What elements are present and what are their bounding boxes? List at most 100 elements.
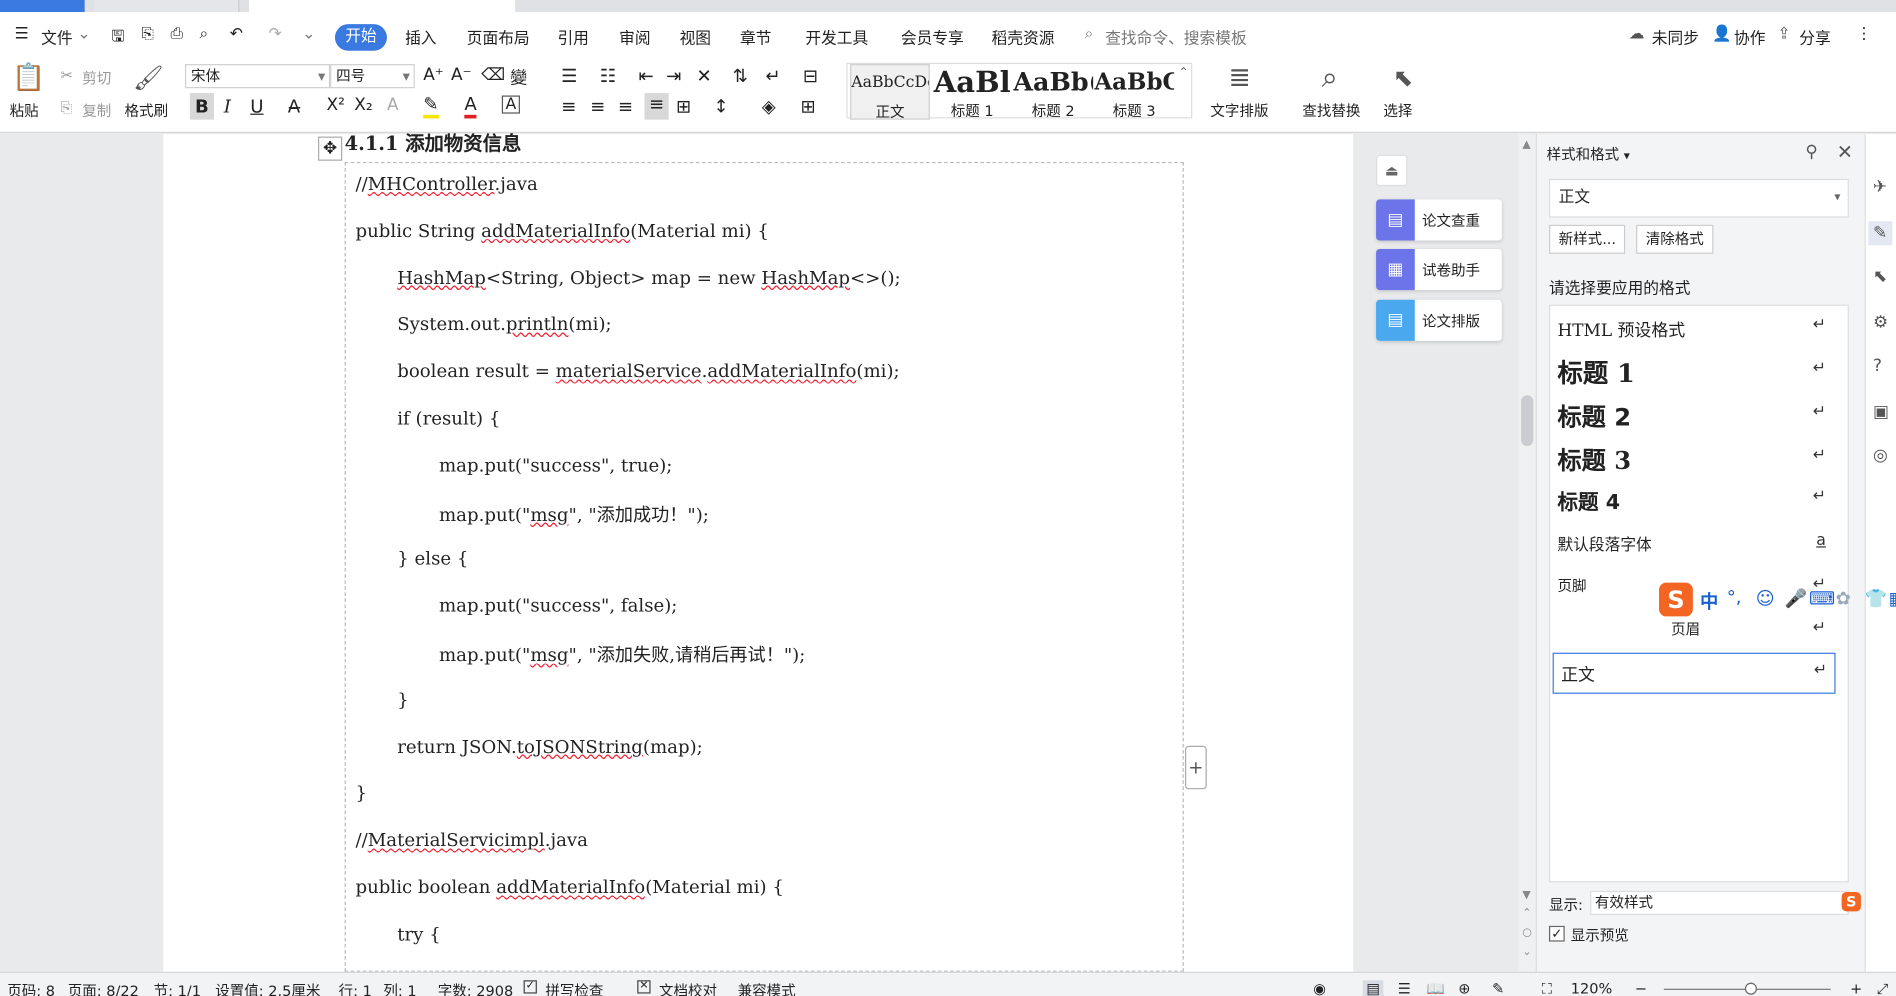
help-icon[interactable]: ?	[1873, 357, 1882, 376]
collapse-icon[interactable]: ⏏	[1376, 154, 1408, 187]
punctuation-icon[interactable]: °,	[1727, 586, 1742, 608]
tab-ruler-icon[interactable]: ⊟	[803, 65, 818, 87]
next-page-icon[interactable]: ⌄	[1522, 946, 1531, 958]
shading-icon[interactable]: ◈	[762, 95, 776, 117]
adjust-icon[interactable]: ⚙	[1873, 313, 1888, 332]
font-size-select[interactable]: 四号 ▾	[330, 64, 415, 89]
close-icon[interactable]: ✕	[1837, 140, 1853, 163]
chevron-down-icon[interactable]: ⌄	[77, 25, 90, 43]
style-normal[interactable]: AaBbCcDc 正文	[850, 64, 930, 121]
copy-icon[interactable]: ⎘	[60, 99, 72, 117]
subscript-icon[interactable]: X₂	[354, 95, 372, 114]
spell-error-word[interactable]: MaterialServicimpl	[368, 829, 545, 851]
shrink-font-icon[interactable]: A⁻	[451, 65, 472, 84]
read-view-icon[interactable]: 📖	[1427, 980, 1445, 996]
skin-icon[interactable]: ✿	[1836, 587, 1851, 609]
sync-status[interactable]: 未同步	[1652, 25, 1699, 48]
bullet-list-icon[interactable]: ☰	[561, 65, 577, 87]
sort-icon[interactable]: ⇅	[733, 65, 748, 87]
find-replace-button[interactable]: 查找替换	[1302, 100, 1360, 121]
style-item-header[interactable]: 页眉 ↵	[1550, 615, 1847, 646]
style-item-heading2[interactable]: 标题 2 ↵	[1550, 398, 1847, 439]
spell-error-word[interactable]: addMaterialInfo	[707, 360, 856, 382]
edit-style-icon[interactable]: ✎	[1868, 221, 1893, 246]
new-style-button[interactable]: 新样式...	[1548, 224, 1626, 254]
scroll-up-icon[interactable]: ▲	[1522, 139, 1530, 151]
compass-icon[interactable]: ◎	[1873, 446, 1888, 465]
show-filter-select[interactable]: 有效样式	[1590, 890, 1849, 915]
voice-icon[interactable]: 🎤	[1785, 587, 1808, 609]
format-painter-icon[interactable]: 🖌	[133, 63, 164, 92]
show-preview-checkbox[interactable]: ✓	[1548, 925, 1565, 942]
fullscreen-icon[interactable]: ⤢	[1877, 980, 1889, 996]
strikethrough-icon[interactable]: A̶	[288, 95, 300, 117]
print-icon[interactable]: ⎙	[170, 25, 183, 43]
spell-check-icon[interactable]: ✓	[523, 980, 537, 994]
paper-check-button[interactable]: ▤ 论文查重	[1376, 199, 1502, 241]
clear-format-button[interactable]: 清除格式	[1636, 224, 1714, 254]
code-table-cell[interactable]: //MHController.java public String addMate…	[344, 161, 1184, 972]
setting-value[interactable]: 设置值: 2.5厘米	[215, 980, 320, 996]
pen-view-icon[interactable]: ✎	[1492, 980, 1504, 996]
chinese-layout-icon[interactable]: ✕	[696, 65, 711, 87]
spell-error-word[interactable]: HashMap	[397, 267, 486, 289]
spell-error-word[interactable]: msg	[530, 504, 568, 526]
decrease-indent-icon[interactable]: ⇤	[638, 65, 653, 87]
spell-check[interactable]: 拼写检查	[545, 980, 603, 996]
sogou-ime-icon[interactable]: S	[1841, 892, 1861, 912]
copy-button[interactable]: 复制	[82, 100, 111, 121]
style-item-normal[interactable]: 正文 ↵	[1552, 652, 1836, 694]
select-button[interactable]: 选择	[1383, 100, 1412, 121]
scroll-down-icon[interactable]: ▼	[1522, 890, 1530, 902]
spell-error-word[interactable]: materialService	[556, 360, 702, 382]
distribute-icon[interactable]: ⊞	[676, 95, 691, 117]
spell-error-word[interactable]: HashMap	[761, 267, 850, 289]
increase-indent-icon[interactable]: ⇥	[666, 65, 681, 87]
document-page[interactable]: ✥ 4.1.1 添加物资信息 //MHController.java public…	[163, 132, 1354, 972]
line-spacing-icon[interactable]: ↕	[713, 95, 728, 117]
menu-start[interactable]: 开始	[334, 24, 387, 51]
add-column-icon[interactable]: +	[1185, 745, 1207, 790]
doc-check[interactable]: 文档校对	[659, 980, 717, 996]
menu-member[interactable]: 会员专享	[901, 25, 964, 48]
quick-access-more-icon[interactable]: ⌄	[302, 25, 315, 43]
show-marks-icon[interactable]: ↵	[765, 65, 780, 87]
doc-tab-inactive[interactable]	[94, 0, 240, 13]
hamburger-icon[interactable]: ☰	[15, 25, 29, 43]
cut-icon[interactable]: ✂	[60, 66, 72, 83]
align-left-icon[interactable]: ≡	[561, 95, 576, 117]
bold-button[interactable]: B	[189, 93, 215, 120]
align-center-icon[interactable]: ≡	[590, 95, 605, 117]
doc-tab-active[interactable]	[249, 0, 516, 13]
style-heading2[interactable]: AaBb( 标题 2	[1013, 64, 1093, 119]
phonetic-icon[interactable]: 變	[510, 65, 527, 89]
numbered-list-icon[interactable]: ☷	[600, 65, 616, 87]
redo-icon[interactable]: ↷	[268, 25, 281, 43]
eye-icon[interactable]: ◉	[1313, 980, 1326, 996]
zoom-slider-thumb[interactable]	[1744, 982, 1757, 995]
fit-page-icon[interactable]: ⛶	[1542, 980, 1552, 996]
style-item-default-font[interactable]: 默认段落字体 a	[1550, 528, 1847, 559]
menu-review[interactable]: 审阅	[619, 25, 650, 48]
borders-icon[interactable]: ⊞	[800, 95, 815, 117]
spell-error-word[interactable]: msg	[530, 644, 568, 666]
find-icon[interactable]: ⌕	[1322, 60, 1338, 94]
spell-error-word[interactable]: MHController	[368, 173, 495, 195]
format-painter-button[interactable]: 格式刷	[125, 100, 169, 121]
zoom-out-icon[interactable]: −	[1635, 980, 1647, 996]
zoom-in-icon[interactable]: +	[1850, 980, 1862, 996]
text-effect-icon[interactable]: A	[387, 95, 399, 114]
menu-insert[interactable]: 插入	[405, 25, 436, 48]
web-view-icon[interactable]: ⊕	[1458, 980, 1470, 996]
exam-helper-button[interactable]: ▦ 试卷助手	[1376, 248, 1502, 291]
more-options-icon[interactable]: ⋮	[1856, 25, 1872, 43]
spell-error-word[interactable]: println	[506, 314, 569, 336]
menu-page-layout[interactable]: 页面布局	[467, 25, 530, 48]
superscript-icon[interactable]: X²	[326, 95, 344, 114]
spell-error-word[interactable]: addMaterialInfo	[496, 876, 645, 898]
prev-page-icon[interactable]: ⌃	[1522, 908, 1531, 920]
zoom-level[interactable]: 120%	[1571, 980, 1612, 996]
style-heading1[interactable]: AaBl 标题 1	[932, 64, 1012, 120]
gallery-scroll-icon[interactable]: ⌃	[1178, 66, 1188, 79]
browse-object-icon[interactable]: ○	[1522, 927, 1532, 939]
